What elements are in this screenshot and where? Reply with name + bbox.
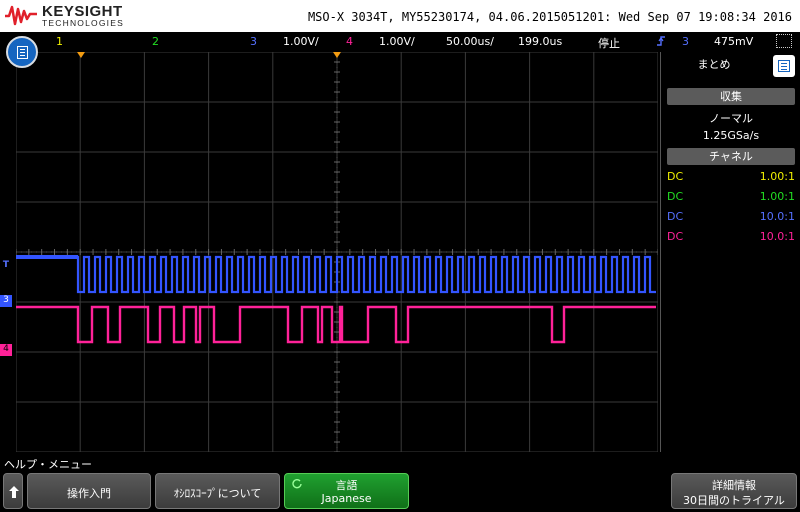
trigger-source[interactable]: 3 [682,35,689,48]
summary-panel: まとめ 収集 ノーマル 1.25GSa/s チャネル DC 1.00:1 DC … [660,52,800,452]
waveform-display[interactable] [16,52,658,452]
up-arrow-icon [9,486,19,498]
keysight-wave-icon [5,5,37,26]
trigger-level-marker[interactable]: T [0,260,12,272]
timebase-delay[interactable]: 199.0us [518,35,562,48]
sample-rate: 1.25GSa/s [702,129,760,142]
menu-button[interactable] [6,36,38,68]
title-bar: KEYSIGHT TECHNOLOGIES MSO-X 3034T, MY552… [0,0,800,32]
menu-icon [17,46,28,59]
softkey-label: 言語 [335,479,358,492]
acquisition-header: 収集 [667,88,795,105]
trigger-rising-edge-icon [656,35,666,50]
channel-header: チャネル [667,148,795,165]
channel-3-ground-marker[interactable]: 3 [0,295,12,307]
softkey-label: ｵｼﾛｽｺｰﾌﾟについて [173,487,262,500]
channel-4-label[interactable]: 4 [346,35,353,48]
softkey-label: 操作入門 [67,487,111,500]
softkey-label: 詳細情報 [712,479,756,492]
timebase-scale[interactable]: 50.00us/ [446,35,494,48]
panel-title[interactable]: まとめ [661,56,767,72]
getting-started-button[interactable]: 操作入門 [27,473,151,509]
details-button[interactable]: 詳細情報 30日間のトライアル [671,473,797,509]
popout-icon[interactable] [776,34,792,48]
coupling: DC [667,170,684,183]
run-state: 停止 [598,37,620,50]
menu-icon[interactable] [773,55,795,77]
channel-3-label[interactable]: 3 [250,35,257,48]
brand-subtitle: TECHNOLOGIES [42,18,124,28]
coupling: DC [667,210,684,223]
trigger-level[interactable]: 475mV [714,35,753,48]
softkey-value: Japanese [321,492,372,505]
acquisition-mode: ノーマル [709,112,753,125]
probe-ratio: 10.0:1 [759,230,795,243]
probe-ratio: 10.0:1 [759,210,795,223]
channel-4-ground-marker[interactable]: 4 [0,344,12,356]
coupling: DC [667,230,684,243]
channel-2-label[interactable]: 2 [152,35,159,48]
softkey-value: 30日間のトライアル [683,494,785,507]
channel-4-scale[interactable]: 1.00V/ [379,35,415,48]
channel-1-label[interactable]: 1 [56,35,63,48]
probe-ratio: 1.00:1 [759,170,795,183]
status-bar: 1 2 3 1.00V/ 4 1.00V/ 50.00us/ 199.0us 停… [0,32,800,50]
instrument-info: MSO-X 3034T, MY55230174, 04.06.201505120… [307,10,792,24]
language-button[interactable]: 言語 Japanese [284,473,409,509]
coupling: DC [667,190,684,203]
channel-3-scale[interactable]: 1.00V/ [283,35,319,48]
about-oscilloscope-button[interactable]: ｵｼﾛｽｺｰﾌﾟについて [155,473,280,509]
up-button[interactable] [3,473,23,509]
softkey-menu-title: ヘルプ・メニュー [4,458,92,471]
probe-ratio: 1.00:1 [759,190,795,203]
